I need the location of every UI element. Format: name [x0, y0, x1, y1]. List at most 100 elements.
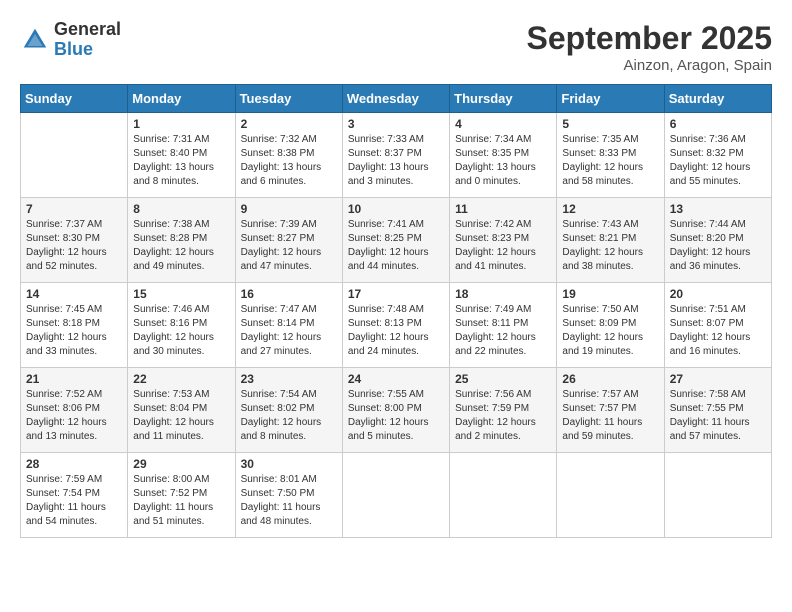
- day-number: 10: [348, 202, 444, 216]
- title-block: September 2025 Ainzon, Aragon, Spain: [527, 20, 772, 74]
- day-info: Sunrise: 7:44 AM Sunset: 8:20 PM Dayligh…: [670, 218, 766, 274]
- calendar-cell: 9 Sunrise: 7:39 AM Sunset: 8:27 PM Daylig…: [235, 198, 342, 283]
- day-number: 12: [562, 202, 658, 216]
- day-number: 26: [562, 372, 658, 386]
- calendar-cell: 20Sunrise: 7:51 AM Sunset: 8:07 PM Dayli…: [664, 283, 771, 368]
- day-number: 21: [26, 372, 122, 386]
- day-number: 6: [670, 117, 766, 131]
- day-info: Sunrise: 7:48 AM Sunset: 8:13 PM Dayligh…: [348, 303, 444, 359]
- day-number: 29: [133, 457, 229, 471]
- calendar-cell: 7 Sunrise: 7:37 AM Sunset: 8:30 PM Daylig…: [21, 198, 128, 283]
- calendar-header-friday: Friday: [557, 85, 664, 113]
- calendar-header-thursday: Thursday: [450, 85, 557, 113]
- day-info: Sunrise: 7:51 AM Sunset: 8:07 PM Dayligh…: [670, 303, 766, 359]
- calendar-header-saturday: Saturday: [664, 85, 771, 113]
- day-info: Sunrise: 7:49 AM Sunset: 8:11 PM Dayligh…: [455, 303, 551, 359]
- calendar-cell: [664, 453, 771, 538]
- day-info: Sunrise: 7:47 AM Sunset: 8:14 PM Dayligh…: [241, 303, 337, 359]
- calendar-cell: 19Sunrise: 7:50 AM Sunset: 8:09 PM Dayli…: [557, 283, 664, 368]
- day-info: Sunrise: 8:01 AM Sunset: 7:50 PM Dayligh…: [241, 473, 337, 529]
- day-number: 5: [562, 117, 658, 131]
- day-info: Sunrise: 7:35 AM Sunset: 8:33 PM Dayligh…: [562, 133, 658, 189]
- calendar-cell: 8 Sunrise: 7:38 AM Sunset: 8:28 PM Daylig…: [128, 198, 235, 283]
- day-number: 4: [455, 117, 551, 131]
- calendar-cell: 6 Sunrise: 7:36 AM Sunset: 8:32 PM Daylig…: [664, 113, 771, 198]
- calendar-cell: 29 Sunrise: 8:00 AM Sunset: 7:52 PM Dayli…: [128, 453, 235, 538]
- month-title: September 2025: [527, 20, 772, 57]
- day-number: 24: [348, 372, 444, 386]
- calendar-cell: 28 Sunrise: 7:59 AM Sunset: 7:54 PM Dayli…: [21, 453, 128, 538]
- day-number: 27: [670, 372, 766, 386]
- calendar-cell: 27 Sunrise: 7:58 AM Sunset: 7:55 PM Dayli…: [664, 368, 771, 453]
- day-number: 3: [348, 117, 444, 131]
- day-info: Sunrise: 7:58 AM Sunset: 7:55 PM Dayligh…: [670, 388, 766, 444]
- day-number: 22: [133, 372, 229, 386]
- calendar-header-sunday: Sunday: [21, 85, 128, 113]
- calendar-cell: [342, 453, 449, 538]
- logo-blue: Blue: [54, 40, 121, 60]
- day-info: Sunrise: 7:32 AM Sunset: 8:38 PM Dayligh…: [241, 133, 337, 189]
- logo: General Blue: [20, 20, 121, 60]
- location: Ainzon, Aragon, Spain: [527, 57, 772, 74]
- calendar-week-row: 1 Sunrise: 7:31 AM Sunset: 8:40 PM Daylig…: [21, 113, 772, 198]
- calendar-cell: 10 Sunrise: 7:41 AM Sunset: 8:25 PM Dayli…: [342, 198, 449, 283]
- logo-general: General: [54, 20, 121, 40]
- calendar-cell: 3 Sunrise: 7:33 AM Sunset: 8:37 PM Daylig…: [342, 113, 449, 198]
- calendar-cell: 26 Sunrise: 7:57 AM Sunset: 7:57 PM Dayli…: [557, 368, 664, 453]
- day-number: 28: [26, 457, 122, 471]
- calendar-header-tuesday: Tuesday: [235, 85, 342, 113]
- calendar-header-wednesday: Wednesday: [342, 85, 449, 113]
- calendar-cell: 14Sunrise: 7:45 AM Sunset: 8:18 PM Dayli…: [21, 283, 128, 368]
- day-info: Sunrise: 7:59 AM Sunset: 7:54 PM Dayligh…: [26, 473, 122, 529]
- day-info: Sunrise: 7:36 AM Sunset: 8:32 PM Dayligh…: [670, 133, 766, 189]
- day-number: 7: [26, 202, 122, 216]
- calendar-cell: 15 Sunrise: 7:46 AM Sunset: 8:16 PM Dayli…: [128, 283, 235, 368]
- calendar-cell: [557, 453, 664, 538]
- calendar-cell: 22 Sunrise: 7:53 AM Sunset: 8:04 PM Dayli…: [128, 368, 235, 453]
- day-info: Sunrise: 7:31 AM Sunset: 8:40 PM Dayligh…: [133, 133, 229, 189]
- day-number: 9: [241, 202, 337, 216]
- day-info: Sunrise: 7:33 AM Sunset: 8:37 PM Dayligh…: [348, 133, 444, 189]
- calendar-week-row: 7 Sunrise: 7:37 AM Sunset: 8:30 PM Daylig…: [21, 198, 772, 283]
- day-info: Sunrise: 7:39 AM Sunset: 8:27 PM Dayligh…: [241, 218, 337, 274]
- day-number: 25: [455, 372, 551, 386]
- calendar-cell: 16 Sunrise: 7:47 AM Sunset: 8:14 PM Dayli…: [235, 283, 342, 368]
- calendar-cell: [450, 453, 557, 538]
- day-number: 30: [241, 457, 337, 471]
- day-number: 14: [26, 287, 122, 301]
- day-info: Sunrise: 7:46 AM Sunset: 8:16 PM Dayligh…: [133, 303, 229, 359]
- calendar-cell: 24 Sunrise: 7:55 AM Sunset: 8:00 PM Dayli…: [342, 368, 449, 453]
- calendar-cell: 18 Sunrise: 7:49 AM Sunset: 8:11 PM Dayli…: [450, 283, 557, 368]
- calendar-header-row: SundayMondayTuesdayWednesdayThursdayFrid…: [21, 85, 772, 113]
- day-info: Sunrise: 7:52 AM Sunset: 8:06 PM Dayligh…: [26, 388, 122, 444]
- calendar-week-row: 14Sunrise: 7:45 AM Sunset: 8:18 PM Dayli…: [21, 283, 772, 368]
- day-number: 1: [133, 117, 229, 131]
- day-info: Sunrise: 7:37 AM Sunset: 8:30 PM Dayligh…: [26, 218, 122, 274]
- day-info: Sunrise: 7:34 AM Sunset: 8:35 PM Dayligh…: [455, 133, 551, 189]
- calendar-cell: 21 Sunrise: 7:52 AM Sunset: 8:06 PM Dayli…: [21, 368, 128, 453]
- day-number: 2: [241, 117, 337, 131]
- calendar-cell: [21, 113, 128, 198]
- day-info: Sunrise: 7:53 AM Sunset: 8:04 PM Dayligh…: [133, 388, 229, 444]
- calendar-cell: 12 Sunrise: 7:43 AM Sunset: 8:21 PM Dayli…: [557, 198, 664, 283]
- calendar-week-row: 21 Sunrise: 7:52 AM Sunset: 8:06 PM Dayli…: [21, 368, 772, 453]
- calendar-cell: 30 Sunrise: 8:01 AM Sunset: 7:50 PM Dayli…: [235, 453, 342, 538]
- day-number: 16: [241, 287, 337, 301]
- day-info: Sunrise: 7:38 AM Sunset: 8:28 PM Dayligh…: [133, 218, 229, 274]
- day-info: Sunrise: 7:57 AM Sunset: 7:57 PM Dayligh…: [562, 388, 658, 444]
- calendar-cell: 25Sunrise: 7:56 AM Sunset: 7:59 PM Dayli…: [450, 368, 557, 453]
- calendar-table: SundayMondayTuesdayWednesdayThursdayFrid…: [20, 84, 772, 538]
- day-number: 8: [133, 202, 229, 216]
- day-info: Sunrise: 7:43 AM Sunset: 8:21 PM Dayligh…: [562, 218, 658, 274]
- day-info: Sunrise: 7:41 AM Sunset: 8:25 PM Dayligh…: [348, 218, 444, 274]
- day-number: 18: [455, 287, 551, 301]
- day-info: Sunrise: 8:00 AM Sunset: 7:52 PM Dayligh…: [133, 473, 229, 529]
- day-info: Sunrise: 7:55 AM Sunset: 8:00 PM Dayligh…: [348, 388, 444, 444]
- calendar-cell: 13Sunrise: 7:44 AM Sunset: 8:20 PM Dayli…: [664, 198, 771, 283]
- day-info: Sunrise: 7:54 AM Sunset: 8:02 PM Dayligh…: [241, 388, 337, 444]
- day-number: 15: [133, 287, 229, 301]
- calendar-cell: 17Sunrise: 7:48 AM Sunset: 8:13 PM Dayli…: [342, 283, 449, 368]
- calendar-week-row: 28 Sunrise: 7:59 AM Sunset: 7:54 PM Dayli…: [21, 453, 772, 538]
- calendar-cell: 23Sunrise: 7:54 AM Sunset: 8:02 PM Dayli…: [235, 368, 342, 453]
- calendar-header-monday: Monday: [128, 85, 235, 113]
